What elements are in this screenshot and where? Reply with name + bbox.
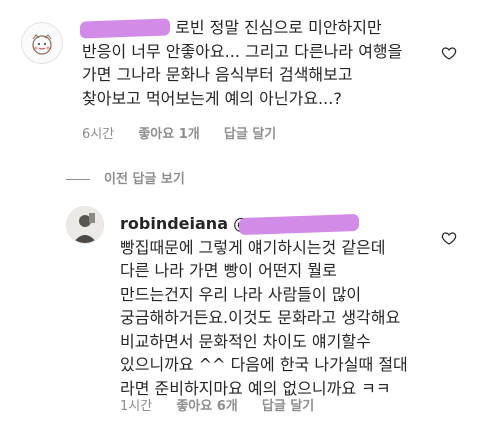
- reply-item: robindeiana @ 빵집때문에 그렇게 얘기하시는것 같은데 다른 나라…: [0, 0, 480, 444]
- redaction-mark: [239, 213, 360, 236]
- reply-text-line: 다른 나라 가면 빵이 어떤지 뭘로: [120, 261, 337, 280]
- reply-button[interactable]: 답글 달기: [262, 399, 314, 414]
- reply-text-line: 빵집때문에 그렇게 얘기하시는것 같은데: [120, 237, 386, 257]
- username-link[interactable]: robindeiana: [120, 214, 228, 233]
- avatar[interactable]: [66, 206, 104, 244]
- heart-outline-icon[interactable]: [441, 230, 457, 246]
- reply-header-line: robindeiana @: [120, 212, 408, 236]
- reply-text-line: 있으니까요 ^^ 다음에 한국 나가실때 절대: [120, 355, 408, 374]
- reply-time: 1시간: [120, 399, 153, 414]
- reply-text: robindeiana @ 빵집때문에 그렇게 얘기하시는것 같은데 다른 나라…: [120, 212, 408, 400]
- reply-text-line: 비교하면서 문화적인 차이도 얘기할수: [120, 331, 371, 351]
- reply-text-line: 만드는건지 우리 나라 사람들이 많이: [120, 284, 362, 304]
- likes-count[interactable]: 좋아요 6개: [176, 399, 237, 414]
- reply-text-line: 궁금해하거든요.이것도 문화라고 생각해요: [120, 308, 401, 327]
- avatar-photo-icon: [67, 207, 103, 243]
- reply-meta: 1시간 좋아요 6개 답글 달기: [120, 395, 334, 414]
